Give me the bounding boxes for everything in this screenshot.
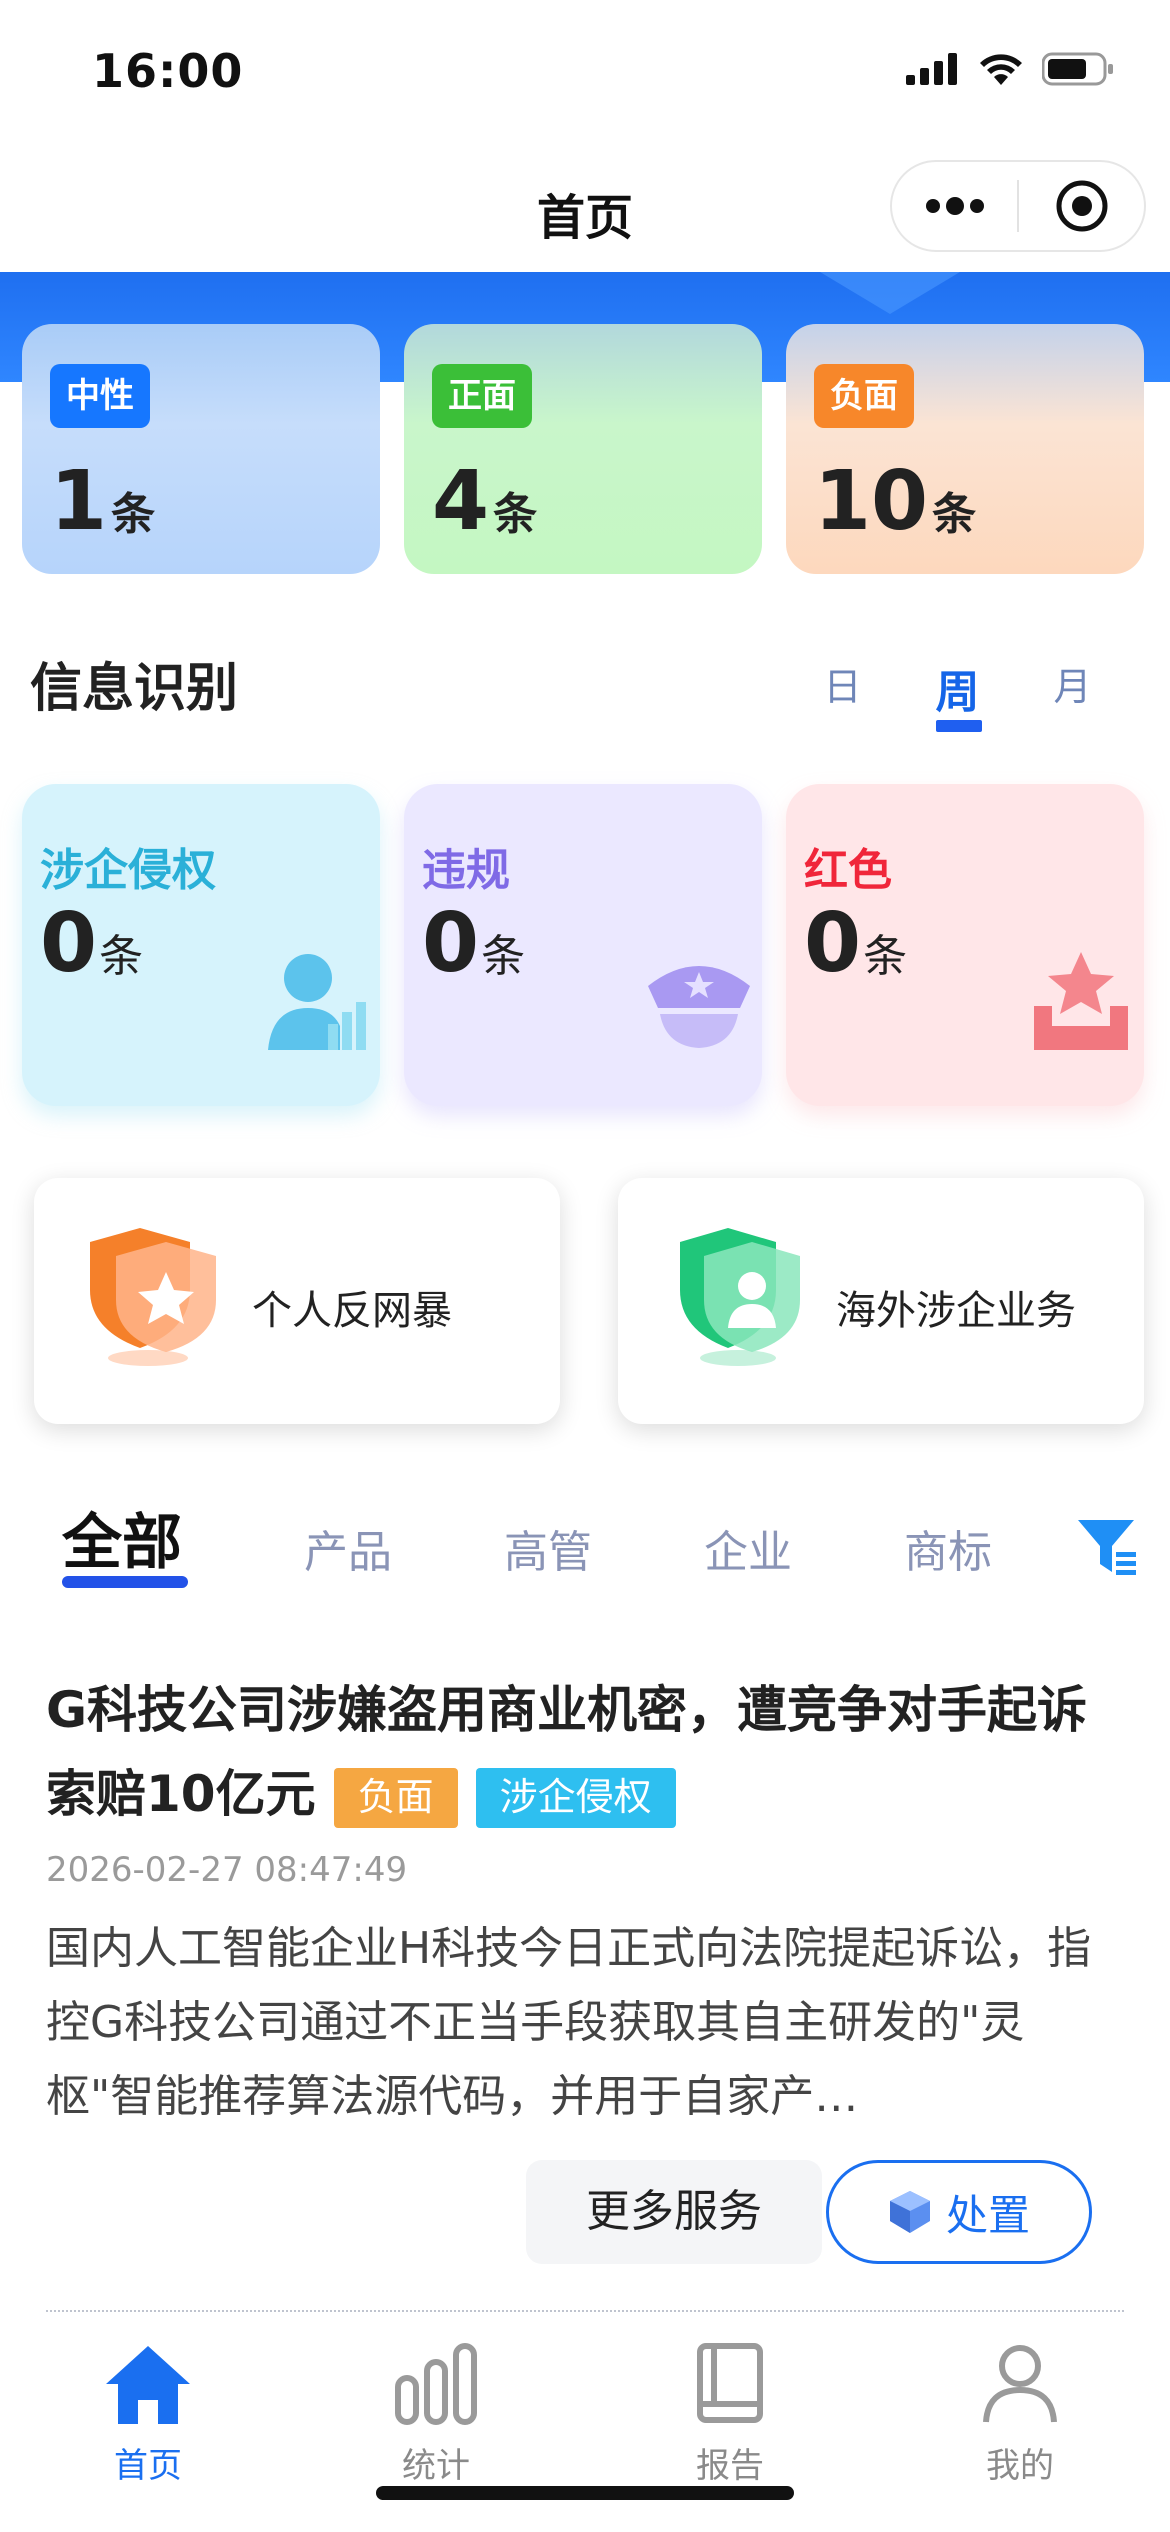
bar-chart-icon <box>395 2343 477 2425</box>
signal-icon <box>906 53 957 85</box>
more-dots-icon <box>925 197 984 215</box>
star-tray-icon <box>1034 952 1128 1050</box>
user-icon <box>983 2345 1057 2423</box>
battery-icon <box>1042 52 1113 86</box>
more-services-button[interactable]: 更多服务 <box>526 2160 822 2264</box>
category-tab-indicator <box>62 1576 188 1588</box>
police-cap-icon <box>648 966 750 1048</box>
info-card-label: 涉企侵权 <box>40 845 216 896</box>
article-title: G科技公司涉嫌盗用商业机密，遭竞争对手起诉索赔10亿元 负面 涉企侵权 <box>46 1668 1126 1836</box>
info-card-infringement[interactable]: 涉企侵权 0条 <box>22 784 380 1106</box>
book-icon <box>697 2343 763 2423</box>
handle-button-label: 处置 <box>945 2190 1030 2240</box>
category-tab-trademark[interactable]: 商标 <box>904 1516 992 1580</box>
period-tabs: 日 周 月 <box>785 656 1130 756</box>
category-tabs: 全部 产品 高管 企业 商标 <box>0 1480 1170 1600</box>
sentiment-tag: 中性 <box>50 364 150 428</box>
tabbar-item-report[interactable]: 报告 <box>630 2342 830 2487</box>
sentiment-count: 4条 <box>432 454 538 549</box>
filter-icon[interactable] <box>1076 1516 1140 1576</box>
home-icon <box>106 2346 190 2424</box>
tabbar-item-me[interactable]: 我的 <box>920 2342 1120 2487</box>
shield-person-icon <box>680 1228 800 1366</box>
info-card-violation[interactable]: 违规 0条 <box>404 784 762 1106</box>
tabbar-item-home[interactable]: 首页 <box>48 2342 248 2487</box>
cube-shield-icon <box>889 2191 930 2233</box>
feature-label: 海外涉企业务 <box>836 1288 1076 1334</box>
info-card-count: 0条 <box>40 896 144 991</box>
category-tab-enterprise[interactable]: 企业 <box>704 1516 792 1580</box>
info-card-count: 0条 <box>804 896 908 991</box>
banner-decoration <box>820 272 960 314</box>
period-tab-month[interactable]: 月 <box>1015 656 1130 756</box>
status-bar: 16:00 <box>0 0 1170 140</box>
feature-anti-cyberbullying[interactable]: 个人反网暴 <box>34 1178 560 1424</box>
article-card[interactable]: G科技公司涉嫌盗用商业机密，遭竞争对手起诉索赔10亿元 负面 涉企侵权 2026-0… <box>46 1668 1126 2134</box>
tabbar-label: 报告 <box>696 2446 764 2486</box>
info-card-label: 红色 <box>804 845 892 896</box>
more-button[interactable] <box>892 162 1017 250</box>
tabbar-label: 统计 <box>402 2446 470 2486</box>
badge-infringement: 涉企侵权 <box>475 1767 676 1828</box>
app-screen: 16:00 首页 中性 1条 正面 4条 负面 10条 信息识别 日 周 月 涉… <box>0 0 1170 2532</box>
article-summary: 国内人工智能企业H科技今日正式向法院提起诉讼，指控G科技公司通过不正当手段获取其… <box>46 1923 1092 2122</box>
status-time: 16:00 <box>92 44 244 98</box>
target-icon <box>1056 180 1107 232</box>
article-time: 2026-02-27 08:47:49 <box>46 1850 408 1890</box>
home-indicator <box>376 2486 794 2500</box>
sentiment-tag: 正面 <box>432 364 532 428</box>
wifi-icon <box>980 54 1022 85</box>
tabbar-item-stats[interactable]: 统计 <box>336 2342 536 2487</box>
sentiment-card-negative[interactable]: 负面 10条 <box>786 324 1144 574</box>
sentiment-count: 1条 <box>50 454 156 549</box>
tabbar-label: 首页 <box>114 2446 182 2486</box>
badge-negative: 负面 <box>333 1767 458 1828</box>
tabbar-label: 我的 <box>986 2446 1054 2486</box>
feature-label: 个人反网暴 <box>252 1288 452 1334</box>
category-tab-all[interactable]: 全部 <box>62 1494 182 1581</box>
info-card-count: 0条 <box>422 896 526 991</box>
sentiment-card-positive[interactable]: 正面 4条 <box>404 324 762 574</box>
handle-button[interactable]: 处置 <box>826 2160 1092 2264</box>
feature-overseas-business[interactable]: 海外涉企业务 <box>618 1178 1144 1424</box>
sentiment-tag: 负面 <box>814 364 914 428</box>
section-title-info: 信息识别 <box>30 659 239 719</box>
info-card-label: 违规 <box>422 845 510 896</box>
sentiment-card-neutral[interactable]: 中性 1条 <box>22 324 380 574</box>
category-tab-executive[interactable]: 高管 <box>504 1516 592 1580</box>
close-target-button[interactable] <box>1019 162 1144 250</box>
person-chart-icon <box>268 954 366 1050</box>
mini-program-capsule <box>890 160 1146 252</box>
period-tab-week[interactable]: 周 <box>900 656 1015 756</box>
category-tab-product[interactable]: 产品 <box>304 1516 392 1580</box>
info-card-red[interactable]: 红色 0条 <box>786 784 1144 1106</box>
nav-bar: 首页 <box>0 140 1170 272</box>
status-icons <box>906 52 1114 86</box>
shield-star-icon <box>90 1228 216 1366</box>
period-tab-day[interactable]: 日 <box>785 656 900 756</box>
sentiment-count: 10条 <box>814 454 977 549</box>
